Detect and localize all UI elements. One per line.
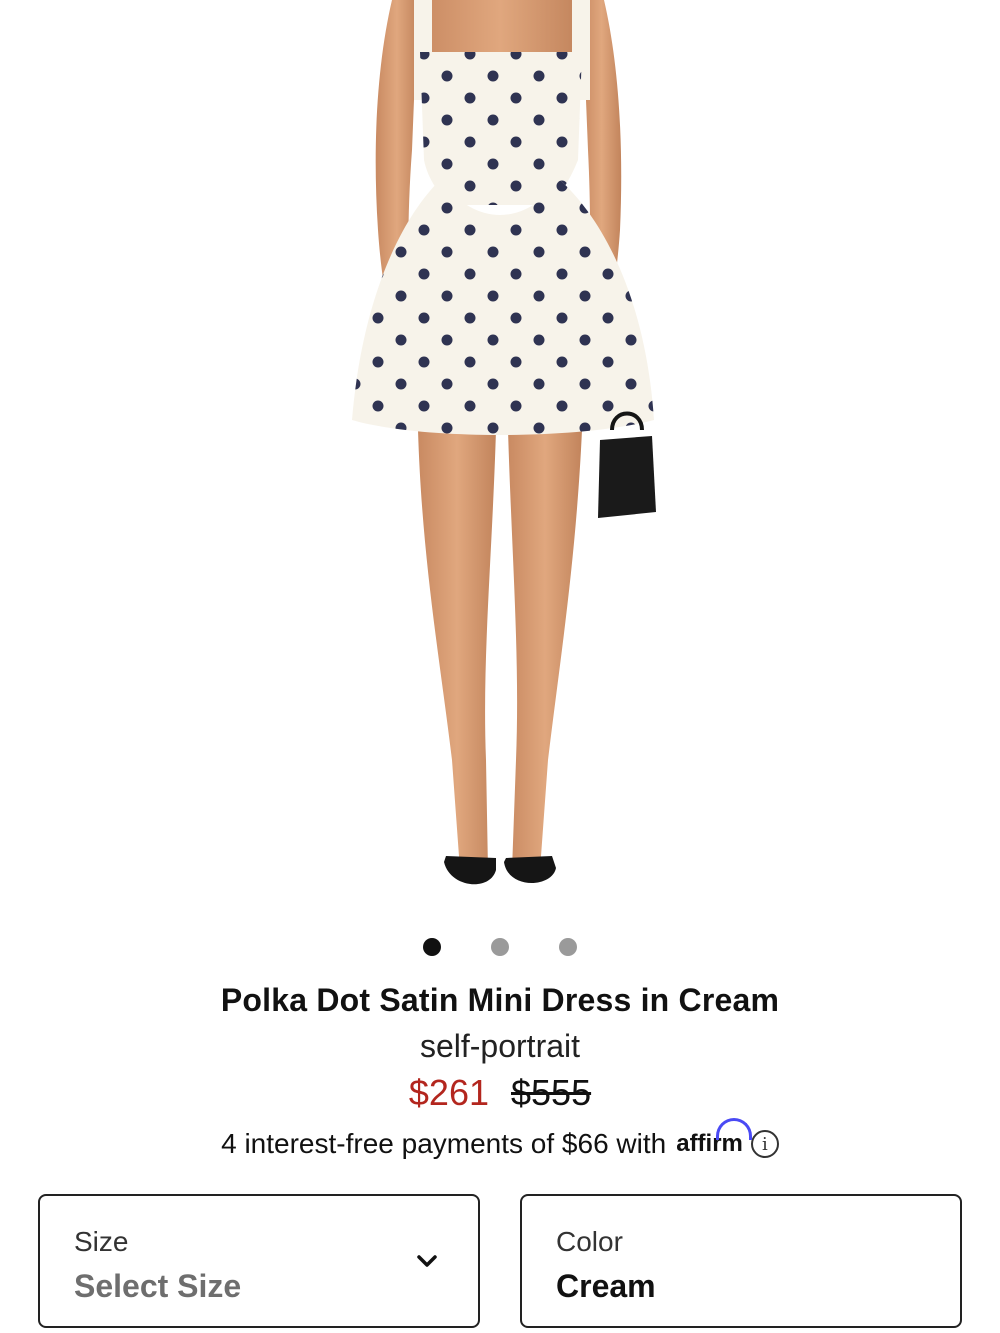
size-value: Select Size bbox=[74, 1268, 242, 1304]
color-value: Cream bbox=[556, 1268, 656, 1304]
info-icon[interactable]: i bbox=[750, 1130, 779, 1158]
original-price: $555 bbox=[511, 1072, 592, 1113]
financing-row: 4 interest-free payments of $66 with aff… bbox=[0, 1118, 1000, 1160]
carousel-dot-3[interactable] bbox=[559, 938, 577, 956]
carousel-dot-1[interactable] bbox=[423, 938, 441, 956]
product-photo bbox=[352, 0, 656, 885]
product-brand[interactable]: self-portrait bbox=[0, 1028, 1000, 1065]
size-selector[interactable]: Size Select Size bbox=[38, 1194, 480, 1328]
carousel-dot-2[interactable] bbox=[491, 938, 509, 956]
chevron-down-icon bbox=[417, 1255, 437, 1267]
product-title: Polka Dot Satin Mini Dress in Cream bbox=[220, 982, 780, 1018]
affirm-logo: affirm bbox=[676, 1118, 753, 1158]
color-label: Color bbox=[556, 1226, 623, 1257]
product-image[interactable] bbox=[0, 0, 1000, 920]
sale-price: $261 bbox=[408, 1072, 489, 1113]
financing-text: 4 interest-free payments of $66 with bbox=[221, 1128, 667, 1159]
size-label: Size bbox=[74, 1226, 129, 1257]
price-row: $261 $555 bbox=[0, 1072, 1000, 1114]
carousel-indicators bbox=[0, 938, 1000, 956]
color-selector[interactable]: Color Cream bbox=[520, 1194, 962, 1328]
